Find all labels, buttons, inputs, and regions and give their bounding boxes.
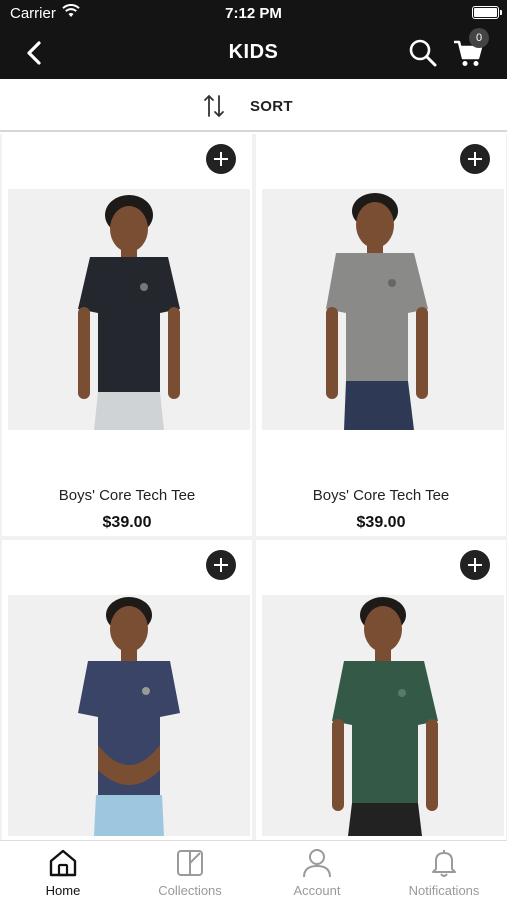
product-card[interactable] [2,540,252,840]
tab-collections-label: Collections [158,883,222,898]
product-photo [332,597,438,836]
tab-account[interactable]: Account [254,841,380,900]
battery-icon [472,6,502,19]
tab-home[interactable]: Home [0,841,126,900]
nav-bar: KIDS 0 [0,28,507,79]
product-grid: Boys' Core Tech Tee $39.00 Boys' Core Te… [0,134,507,840]
product-price: $39.00 [102,514,152,531]
product-name[interactable]: Boys' Core Tech Tee [2,487,252,504]
search-icon[interactable] [407,37,439,69]
product-image[interactable] [8,189,250,430]
product-image[interactable] [262,189,504,430]
add-to-cart-button[interactable] [460,550,490,580]
bottom-tab-bar: Home Collections Account Notifications [0,840,507,900]
add-to-cart-button[interactable] [206,144,236,174]
bell-icon [432,850,456,877]
add-to-cart-button[interactable] [460,144,490,174]
product-name[interactable]: Boys' Core Tech Tee [256,487,506,504]
tab-collections[interactable]: Collections [127,841,253,900]
tab-account-label: Account [293,883,341,898]
sort-label: SORT [250,97,293,115]
sort-bar: SORT [0,79,507,132]
product-photo [326,193,428,430]
account-icon [303,849,331,878]
tab-notifications-label: Notifications [408,883,480,898]
status-bar: Carrier 7:12 PM [0,0,507,28]
status-time: 7:12 PM [225,5,282,22]
tab-home-label: Home [45,883,81,898]
product-image[interactable] [262,595,504,836]
back-arrow-icon[interactable] [20,38,50,68]
app-header: Carrier 7:12 PM KIDS 0 [0,0,507,79]
product-price: $39.00 [356,514,406,531]
product-image[interactable] [8,595,250,836]
tab-notifications[interactable]: Notifications [381,841,507,900]
product-card[interactable]: Boys' Core Tech Tee $39.00 [2,134,252,536]
cart-count-badge: 0 [469,28,489,48]
product-photo [78,195,180,430]
product-card[interactable] [256,540,506,840]
sort-button[interactable]: SORT [200,89,310,123]
product-card[interactable]: Boys' Core Tech Tee $39.00 [256,134,506,536]
product-photo [78,597,180,836]
collections-icon [177,850,203,876]
sort-arrows-icon [204,94,224,118]
add-to-cart-button[interactable] [206,550,236,580]
home-icon [49,849,77,877]
